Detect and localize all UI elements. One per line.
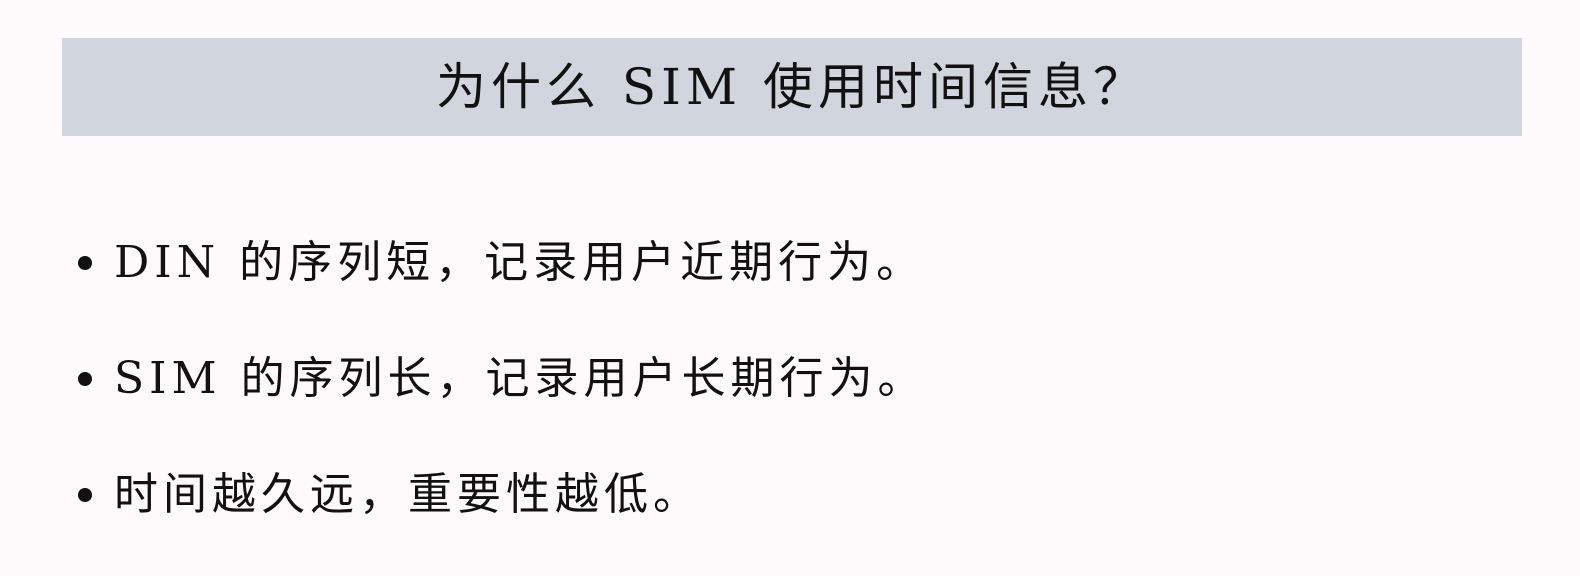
slide-title-bar: 为什么 SIM 使用时间信息？ — [62, 38, 1522, 136]
bullet-list: DIN 的序列短，记录用户近期行为。 SIM 的序列长，记录用户长期行为。 时间… — [78, 228, 1498, 576]
bullet-item-1: DIN 的序列短，记录用户近期行为。 — [78, 228, 1498, 344]
bullet-text-2: SIM 的序列长，记录用户长期行为。 — [114, 353, 927, 404]
bullet-dot-icon — [78, 372, 92, 386]
bullet-text-3: 时间越久远，重要性越低。 — [114, 469, 702, 520]
bullet-dot-icon — [78, 256, 92, 270]
bullet-item-2: SIM 的序列长，记录用户长期行为。 — [78, 344, 1498, 460]
bullet-text-1: DIN 的序列短，记录用户近期行为。 — [114, 237, 926, 288]
slide-title: 为什么 SIM 使用时间信息？ — [436, 58, 1148, 116]
bullet-dot-icon — [78, 488, 92, 502]
bullet-item-3: 时间越久远，重要性越低。 — [78, 460, 1498, 576]
